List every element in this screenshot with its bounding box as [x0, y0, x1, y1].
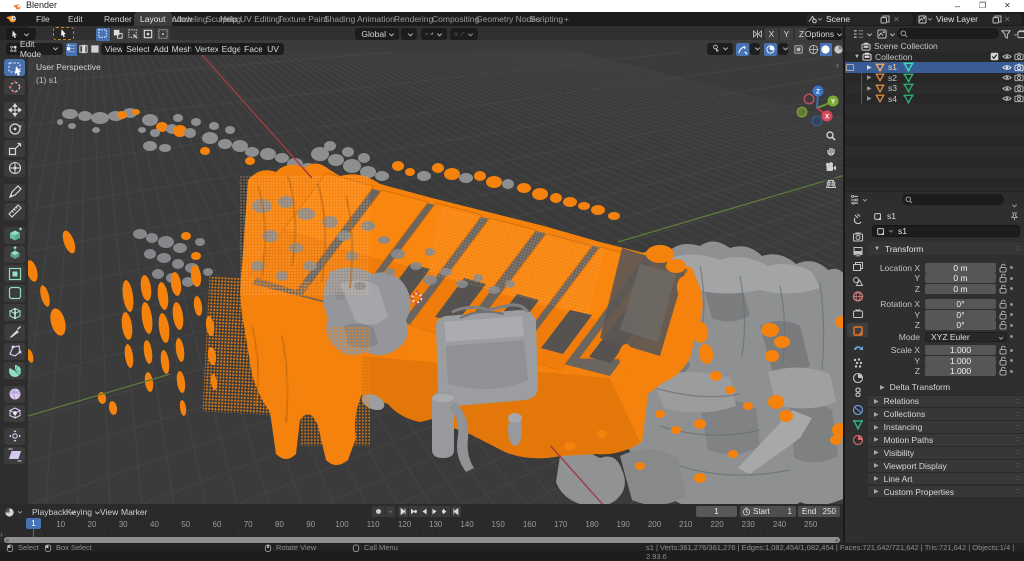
svg-text:Z: Z	[816, 89, 820, 96]
svg-text:Y: Y	[831, 99, 836, 106]
svg-text:X: X	[825, 114, 830, 121]
